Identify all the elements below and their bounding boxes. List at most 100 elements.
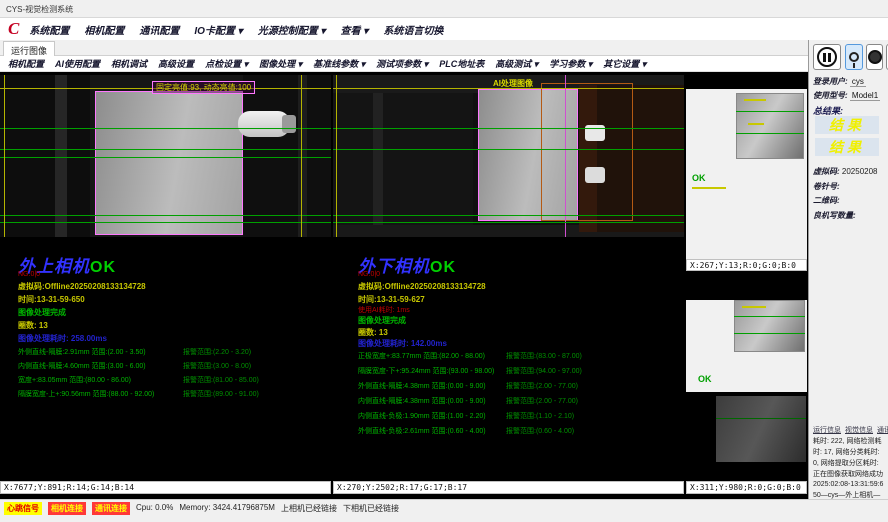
coordinate-readout-middle: X:270;Y:2502;R:17;G:17;B:17 [333, 481, 684, 494]
ng-info: NG:0|0 [358, 271, 380, 278]
tool-advanced-test[interactable]: 高级测试 ▾ [495, 57, 538, 70]
measurement-row: 内侧直线-隔膜:4.60mm 范围:(3.00 - 6.00) 报警范围:(3.… [18, 361, 251, 371]
measurement-row: 内侧直线-隔膜:4.38mm 范围:(0.00 - 9.00) 报警范围:(2.… [358, 396, 578, 406]
measurement-value: 外侧直线-隔膜:4.38mm 范围:(0.00 - 9.00) [358, 381, 506, 391]
info-tab-comm[interactable]: 通讯信息 [877, 425, 888, 435]
magenta-reference-line [565, 75, 566, 237]
result-badge-bottom: 结果 [815, 138, 879, 156]
measurement-row: 宽度+:83.05mm 范围:(80.00 - 86.00) 报警范围:(81.… [18, 375, 259, 385]
capture-time: 时间:13-31-59-627 [358, 294, 425, 305]
pause-icon [817, 47, 837, 67]
tab-strip: 运行图像 [0, 40, 888, 56]
alarm-range: 报警范围:(81.00 - 85.00) [183, 375, 259, 385]
measurement-row: 正极宽度+:83.77mm 范围:(82.00 - 88.00) 报警范围:(8… [358, 351, 582, 361]
tool-plc-address[interactable]: PLC地址表 [439, 57, 484, 70]
alarm-range: 报警范围:(0.60 - 4.00) [506, 426, 574, 436]
lens-icon [868, 50, 882, 64]
tool-camera-debug[interactable]: 相机调试 [111, 57, 147, 70]
tool-spot-check[interactable]: 点检设置 ▾ [205, 57, 248, 70]
model-label: 使用型号: [813, 91, 848, 100]
gripper-arm-joint [282, 115, 296, 133]
info-tab-vision[interactable]: 视觉信息 [845, 425, 873, 435]
virtual-code-row: 虚拟码: 20250208 [813, 166, 878, 177]
camera-image-middle: AI处理图像 [333, 75, 684, 237]
measure-line [716, 418, 806, 419]
tool-learning-params[interactable]: 学习参数 ▾ [549, 57, 592, 70]
settings-button[interactable] [866, 44, 883, 70]
camera-link-badge: 相机连接 [48, 502, 86, 515]
tool-ai-config[interactable]: AI使用配置 [55, 57, 100, 70]
pause-button[interactable] [813, 44, 841, 70]
reference-line-vertical [336, 75, 337, 237]
tool-advanced-settings[interactable]: 高级设置 [158, 57, 194, 70]
reference-line-vertical [4, 75, 5, 237]
info-tab-strip: 运行信息 视觉信息 通讯信息 [813, 425, 888, 435]
preview-photo [736, 93, 804, 159]
machinery-shadow [0, 75, 90, 237]
turn-count: 圈数: 13 [18, 320, 48, 331]
bottom-camera-status: 下相机已经链接 [343, 502, 399, 514]
tab-run-image[interactable]: 运行图像 [3, 41, 55, 56]
model-select[interactable]: Model1 [850, 91, 880, 101]
menu-camera-config[interactable]: 相机配置 [84, 22, 124, 37]
measurement-row: 隔膜宽度-上+:90.56mm 范围:(88.00 - 92.00) 报警范围:… [18, 389, 259, 399]
measurement-row: 隔膜宽度-下+:95.24mm 范围:(93.00 - 98.00) 报警范围:… [358, 366, 582, 376]
tool-image-processing[interactable]: 图像处理 ▾ [259, 57, 302, 70]
alarm-range: 报警范围:(83.00 - 87.00) [506, 351, 582, 361]
info-tab-run[interactable]: 运行信息 [813, 425, 841, 435]
measure-line [734, 333, 805, 334]
login-user-value: cys [850, 77, 866, 87]
measure-line [0, 157, 331, 158]
measurement-value: 正极宽度+:83.77mm 范围:(82.00 - 88.00) [358, 351, 506, 361]
machinery-rail [298, 75, 307, 237]
annotation-mark [692, 187, 726, 189]
tool-test-params[interactable]: 测试项参数 ▾ [376, 57, 428, 70]
measure-line [0, 128, 331, 129]
measure-line [0, 222, 331, 223]
machinery-shadow [243, 75, 331, 237]
result-badge-top: 结果 [815, 116, 879, 134]
coordinate-readout: X:311;Y:980;R:0;G:0;B:0 [686, 481, 807, 494]
app-logo-icon: C [8, 19, 19, 39]
measurement-value: 内侧直线-隔膜:4.60mm 范围:(3.00 - 6.00) [18, 361, 183, 371]
measurement-row: 外侧直线-隔膜:2.91mm 范围:(2.00 - 3.50) 报警范围:(2.… [18, 347, 251, 357]
cell-region-outline [95, 91, 243, 235]
menu-system-config[interactable]: 系统配置 [29, 22, 69, 37]
process-time: 图像处理耗时: 142.00ms [358, 338, 447, 349]
ai-time: 使用AI耗时: 1ms [358, 305, 410, 315]
virtual-code: 虚拟码:Offline20250208133134728 [18, 281, 146, 292]
preview-status: OK [698, 374, 712, 384]
tool-baseline-params[interactable]: 基准线参数 ▾ [313, 57, 365, 70]
model-row: 使用型号: Model1 [813, 90, 880, 101]
cpu-usage: Cpu: 0.0% [136, 502, 173, 512]
alarm-range: 报警范围:(2.00 - 77.00) [506, 396, 578, 406]
menu-view[interactable]: 查看 ▾ [341, 22, 369, 37]
measure-line [333, 128, 684, 129]
preview-image-bottom: OK X:311;Y:980;R:0;G:0;B:0 [686, 278, 807, 494]
preview-status: OK [692, 173, 706, 183]
annotation-mark [742, 306, 766, 308]
reference-line-vertical [301, 75, 302, 237]
camera-view-button[interactable] [845, 44, 863, 70]
window-title: CYS-视觉检测系统 [6, 4, 73, 15]
tool-other-settings[interactable]: 其它设置 ▾ [603, 57, 646, 70]
alarm-range: 报警范围:(1.10 - 2.10) [506, 411, 574, 421]
alarm-range: 报警范围:(94.00 - 97.00) [506, 366, 582, 376]
tool-camera-config[interactable]: 相机配置 [8, 57, 44, 70]
menu-comm-config[interactable]: 通讯配置 [139, 22, 179, 37]
menu-io-config[interactable]: IO卡配置 ▾ [194, 22, 242, 37]
machinery-rail [373, 75, 383, 237]
measurement-value: 外侧直线-隔膜:2.91mm 范围:(2.00 - 3.50) [18, 347, 183, 357]
measure-line [0, 215, 331, 216]
camera-status: OK [90, 259, 116, 276]
process-time: 图像处理耗时: 258.00ms [18, 333, 107, 344]
right-sidebar: 登录用户: cys 使用型号: Model1 总结果: 结果 结果 虚拟码: 2… [808, 40, 888, 499]
login-user-row: 登录用户: cys [813, 76, 866, 87]
status-bar: 心跳信号 相机连接 通讯连接 Cpu: 0.0% Memory: 3424.41… [0, 499, 888, 522]
alarm-range: 报警范围:(2.20 - 3.20) [183, 347, 251, 357]
menu-bar: C 系统配置 相机配置 通讯配置 IO卡配置 ▾ 光源控制配置 ▾ 查看 ▾ 系… [0, 18, 888, 40]
measurement-value: 宽度+:83.05mm 范围:(80.00 - 86.00) [18, 375, 183, 385]
menu-language-switch[interactable]: 系统语言切换 [383, 22, 443, 37]
menu-light-control[interactable]: 光源控制配置 ▾ [258, 22, 326, 37]
ai-image-label: AI处理图像 [493, 78, 533, 89]
